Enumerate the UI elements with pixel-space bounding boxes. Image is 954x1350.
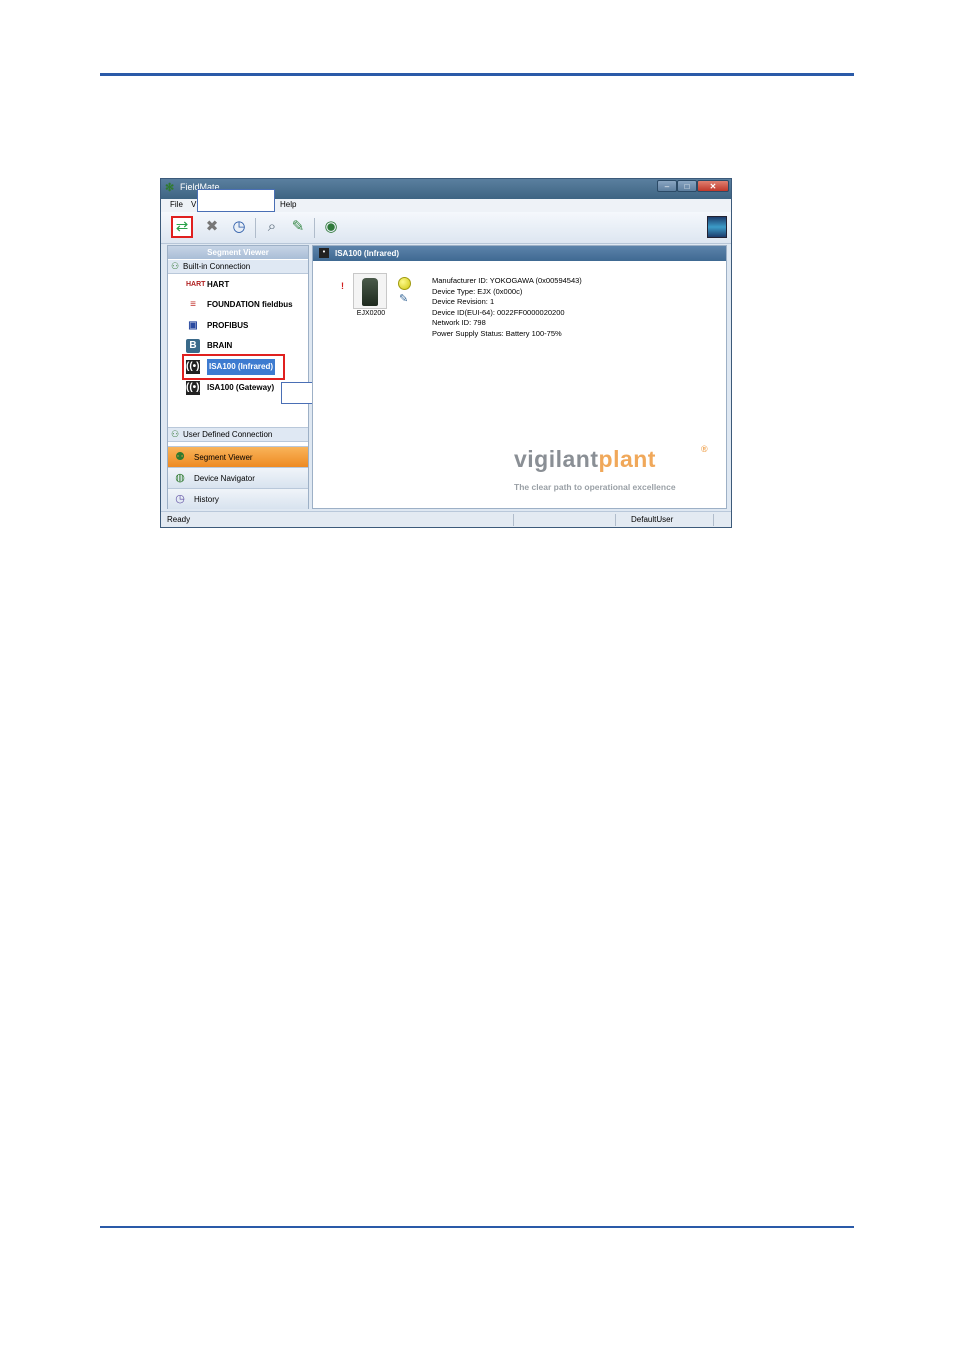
segment-viewer-icon: ⚉ bbox=[175, 451, 185, 463]
connect-icon[interactable]: ⇄ bbox=[171, 216, 193, 238]
device-detail-header: • ISA100 (Infrared) bbox=[313, 246, 726, 261]
nav-device-navigator[interactable]: ◍ Device Navigator bbox=[168, 467, 308, 488]
app-icon: ✻ bbox=[165, 182, 175, 194]
menu-file[interactable]: File bbox=[170, 200, 183, 209]
minimize-button[interactable]: – bbox=[657, 180, 677, 192]
device-thumbnail[interactable] bbox=[353, 273, 387, 309]
page-header-rule bbox=[100, 73, 854, 76]
callout-box-toolbar bbox=[197, 189, 275, 212]
status-text: Ready bbox=[167, 515, 191, 524]
tools-icon[interactable]: ✎ bbox=[287, 216, 309, 238]
status-bar: Ready DefaultUser bbox=[161, 511, 731, 527]
hart-icon: HART bbox=[186, 281, 206, 288]
page-footer-rule bbox=[100, 1226, 854, 1228]
toolbar: ⇄ ✖ ◷ ⌕ ✎ ◉ bbox=[161, 212, 731, 244]
toolbar-separator bbox=[255, 218, 256, 238]
status-indicator-icon bbox=[398, 277, 411, 290]
highlight-frame bbox=[182, 354, 285, 380]
device-info: Manufacturer ID: YOKOGAWA (0x00594543) D… bbox=[432, 276, 582, 339]
device-detail-pane: • ISA100 (Infrared) ! EJX0200 ✎ Manufact… bbox=[312, 245, 727, 509]
alarm-icon: ! bbox=[341, 281, 344, 291]
status-separator bbox=[615, 514, 616, 526]
status-separator bbox=[713, 514, 714, 526]
monitor-icon[interactable] bbox=[707, 216, 727, 238]
menu-view[interactable]: V bbox=[191, 200, 196, 209]
isa100-icon: ((•)) bbox=[186, 381, 203, 395]
transmitter-icon bbox=[362, 278, 378, 306]
info-manufacturer: Manufacturer ID: YOKOGAWA (0x00594543) bbox=[432, 276, 582, 285]
maintenance-icon: ✎ bbox=[399, 293, 409, 305]
menu-help[interactable]: Help bbox=[280, 200, 296, 209]
maximize-button[interactable]: □ bbox=[677, 180, 697, 192]
close-button[interactable]: ✕ bbox=[697, 180, 729, 192]
status-user: DefaultUser bbox=[631, 515, 674, 524]
info-device-id: Device ID(EUI-64): 0022FF0000020200 bbox=[432, 307, 565, 317]
fieldmate-window: ✻ FieldMate – □ ✕ File V Help ⇄ ✖ ◷ ⌕ ✎ … bbox=[160, 178, 732, 528]
foundation-fieldbus-icon: ≡ bbox=[190, 299, 196, 310]
info-device-type: Device Type: EJX (0x000c) bbox=[432, 286, 523, 296]
logo-tagline: The clear path to operational excellence bbox=[514, 482, 676, 492]
vigilantplant-logo: vigilantplant ® bbox=[514, 444, 709, 472]
status-separator bbox=[513, 514, 514, 526]
info-power-supply: Power Supply Status: Battery 100-75% bbox=[432, 328, 562, 338]
profibus-icon: ▣ bbox=[188, 320, 198, 331]
network-icon[interactable]: ◉ bbox=[320, 216, 342, 238]
user-defined-connection-group[interactable]: ⚇ User Defined Connection bbox=[168, 427, 308, 442]
toolbar-separator bbox=[314, 218, 315, 238]
info-network-id: Network ID: 798 bbox=[432, 318, 486, 327]
segment-viewer-header: Segment Viewer bbox=[168, 246, 308, 259]
connection-icon: ⚇ bbox=[171, 429, 180, 439]
schedule-icon[interactable]: ◷ bbox=[228, 216, 250, 238]
nav-segment-viewer[interactable]: ⚉ Segment Viewer bbox=[168, 446, 308, 467]
search-icon[interactable]: ⌕ bbox=[261, 216, 283, 238]
connection-icon: ⚇ bbox=[171, 261, 180, 271]
disconnect-icon[interactable]: ✖ bbox=[201, 216, 223, 238]
device-navigator-icon: ◍ bbox=[175, 472, 185, 484]
nav-history[interactable]: ◷ History bbox=[168, 488, 308, 509]
history-icon: ◷ bbox=[175, 493, 185, 505]
info-device-revision: Device Revision: 1 bbox=[432, 297, 495, 306]
device-name: EJX0200 bbox=[356, 310, 386, 317]
segment-viewer-pane: Segment Viewer ⚇ Built-in Connection HAR… bbox=[167, 245, 359, 509]
builtin-connection-group[interactable]: ⚇ Built-in Connection bbox=[168, 260, 308, 274]
isa100-icon: • bbox=[319, 248, 329, 258]
brain-icon: B bbox=[186, 339, 200, 353]
